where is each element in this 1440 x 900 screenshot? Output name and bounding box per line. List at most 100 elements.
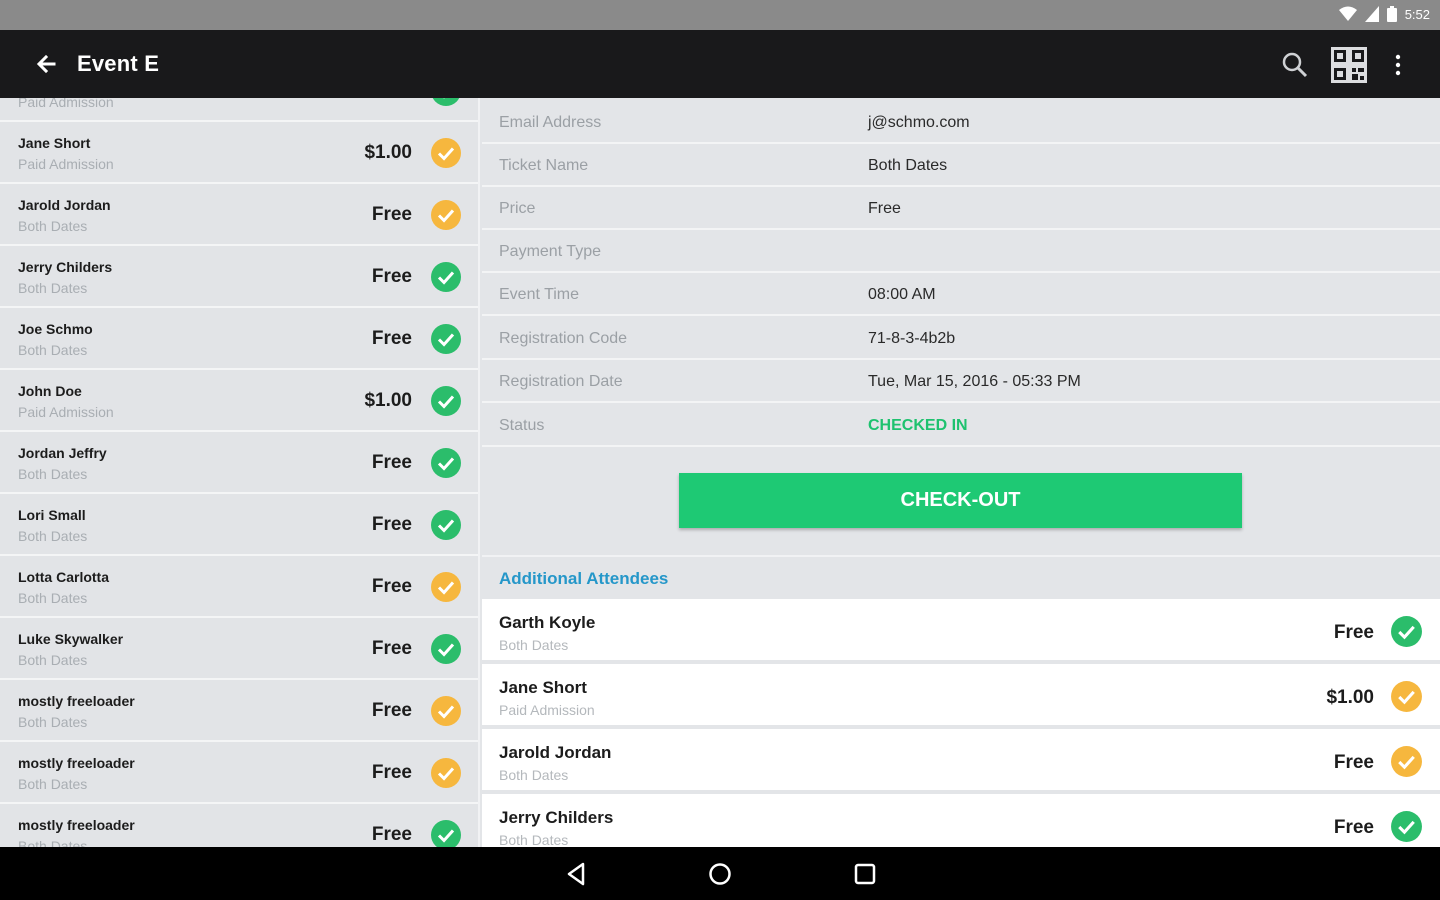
detail-row-registration-code: Registration Code 71-8-3-4b2b [482,317,1440,360]
list-item-subtitle: Paid Admission [18,156,114,172]
list-item[interactable]: Luke Skywalker Both Dates Free [0,618,478,680]
list-item[interactable]: Jordan Jeffry Both Dates Free [0,432,478,494]
detail-row-ticket-name: Ticket Name Both Dates [482,144,1440,187]
detail-label: Ticket Name [499,157,589,174]
list-item-price: Free [371,638,412,659]
attendee-price: Free [1333,817,1374,838]
detail-row-registration-date: Registration Date Tue, Mar 15, 2016 - 05… [482,360,1440,403]
list-item[interactable]: Lori Small Both Dates Free [0,494,478,556]
list-item[interactable]: John Doe Paid Admission $1.00 [0,370,478,432]
list-item-price: Free [371,452,412,473]
home-circle-icon[interactable] [706,860,734,888]
detail-value: 71-8-3-4b2b [868,330,956,347]
qr-code-icon[interactable] [1330,46,1368,84]
list-item[interactable]: mostly freeloader Both Dates Free [0,742,478,804]
list-item[interactable]: Jarold Jordan Both Dates Free [0,184,478,246]
attendee-ticket: Paid Admission [499,702,595,718]
detail-row-email: Email Address j@schmo.com [482,101,1440,144]
list-item-subtitle: Paid Admission [18,404,114,420]
list-item-name: Luke Skywalker [18,631,124,647]
additional-attendee-row[interactable]: Jane Short Paid Admission $1.00 [482,664,1440,727]
detail-label: Email Address [499,114,602,131]
list-item[interactable]: Jane Short Paid Admission $1.00 [0,122,478,184]
back-triangle-icon[interactable] [563,860,591,888]
additional-attendees-header: Additional Attendees [482,555,1440,599]
signal-icon [1364,6,1379,22]
list-item-subtitle: Both Dates [18,528,88,544]
list-item-price: $1.00 [364,390,412,411]
list-item[interactable]: Joe Schmo Both Dates Free [0,308,478,370]
check-circle-icon [431,820,461,847]
attendee-price: Free [1333,622,1374,643]
detail-row-event-time: Event Time 08:00 AM [482,273,1440,316]
list-item[interactable]: Jerry Childers Both Dates Free [0,246,478,308]
detail-label: Event Time [499,286,580,303]
list-item-subtitle: Both Dates [18,652,88,668]
list-item[interactable]: Paid Admission [0,98,478,122]
attendee-ticket: Both Dates [499,767,569,783]
list-item-subtitle: Both Dates [18,466,88,482]
page-title: Event E [77,51,160,76]
list-item-subtitle: Both Dates [18,714,88,730]
check-out-button[interactable]: CHECK-OUT [679,473,1242,528]
list-item-price: Free [371,824,412,845]
check-circle-icon [432,98,460,106]
check-circle-icon [431,758,461,788]
list-item-name: Jane Short [18,135,91,151]
list-item[interactable]: mostly freeloader Both Dates Free [0,804,478,847]
check-circle-icon [431,262,461,292]
detail-label: Payment Type [499,243,601,260]
list-item-name: Jordan Jeffry [18,445,107,461]
system-nav-bar [0,847,1440,900]
detail-value: Tue, Mar 15, 2016 - 05:33 PM [868,373,1081,390]
list-item-subtitle: Both Dates [18,280,88,296]
attendee-detail-panel[interactable]: Email Address j@schmo.com Ticket Name Bo… [482,98,1440,847]
attendee-price: $1.00 [1326,687,1374,708]
status-bar: 5:52 [0,0,1440,30]
detail-row-payment-type: Payment Type [482,230,1440,273]
list-item[interactable]: Lotta Carlotta Both Dates Free [0,556,478,618]
app-toolbar: Event E [0,30,1440,98]
check-circle-icon [1391,811,1422,842]
search-icon[interactable] [1280,50,1310,80]
detail-label: Status [499,417,545,434]
section-title: Additional Attendees [499,569,669,588]
attendee-name: Garth Koyle [499,613,596,632]
attendee-ticket: Both Dates [499,637,569,653]
list-item-name: Lori Small [18,507,86,523]
attendee-name: Jerry Childers [499,808,614,827]
detail-label: Registration Code [499,330,628,347]
more-vert-icon[interactable] [1386,50,1410,80]
additional-attendee-row[interactable]: Garth Koyle Both Dates Free [482,599,1440,662]
recents-square-icon[interactable] [851,860,879,888]
additional-attendee-row[interactable]: Jarold Jordan Both Dates Free [482,729,1440,792]
list-item-name: Jarold Jordan [18,197,111,213]
list-item-name: mostly freeloader [18,817,135,833]
list-item-name: John Doe [18,383,82,399]
list-item-price: Free [371,576,412,597]
check-circle-icon [431,386,461,416]
list-item-price: Free [371,266,412,287]
status-icons: 5:52 [1338,6,1430,22]
list-item-price: Free [371,204,412,225]
list-item-price: Free [371,328,412,349]
list-item-price: Free [371,514,412,535]
status-badge: CHECKED IN [868,417,968,434]
attendee-price: Free [1333,752,1374,773]
check-circle-icon [431,324,461,354]
list-item-subtitle: Both Dates [18,838,88,847]
list-item-name: Joe Schmo [18,321,93,337]
detail-value: Free [868,200,901,217]
detail-value: j@schmo.com [868,114,970,131]
check-circle-icon [431,696,461,726]
attendee-ticket: Both Dates [499,832,569,847]
attendee-list[interactable]: Paid Admission Jane Short Paid Admission… [0,98,480,847]
additional-attendee-row[interactable]: Jerry Childers Both Dates Free [482,794,1440,847]
detail-value: 08:00 AM [868,286,936,303]
check-circle-icon [1391,746,1422,777]
check-circle-icon [431,572,461,602]
list-item-price: Free [371,700,412,721]
list-item-subtitle: Both Dates [18,342,88,358]
back-arrow-icon[interactable] [30,50,60,80]
list-item[interactable]: mostly freeloader Both Dates Free [0,680,478,742]
